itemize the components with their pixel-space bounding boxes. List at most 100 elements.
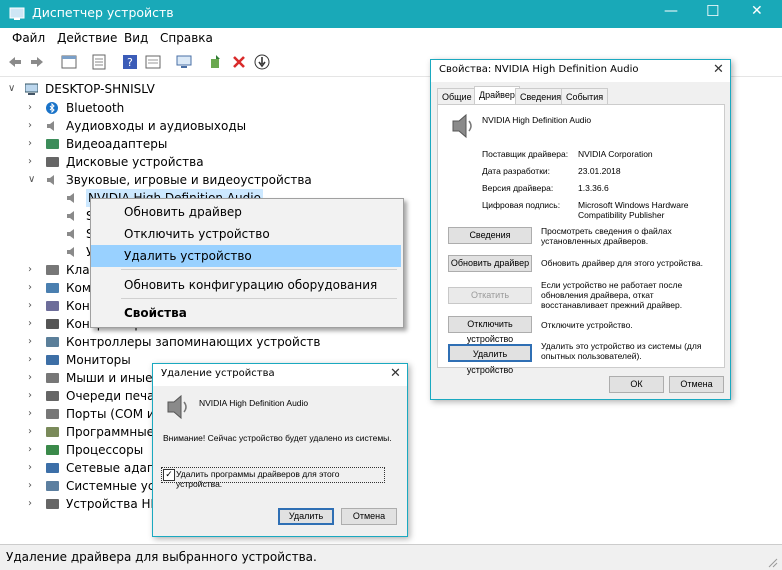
tree-root-label: DESKTOP-SHNISLV (45, 82, 155, 96)
chevron-right-icon[interactable]: › (28, 153, 38, 171)
controller-icon (46, 301, 59, 311)
tab-details[interactable]: Сведения (515, 88, 567, 104)
list-view-icon[interactable] (91, 54, 107, 70)
uninstall-icon[interactable] (231, 54, 247, 70)
chevron-right-icon[interactable]: › (28, 369, 38, 387)
scan-hardware-icon[interactable] (176, 54, 192, 70)
chevron-right-icon[interactable]: › (28, 333, 38, 351)
status-text: Удаление драйвера для выбранного устройс… (6, 550, 317, 564)
tree-item-label: Порты (COM и L (66, 407, 166, 421)
usb-icon (46, 319, 59, 329)
tab-driver[interactable]: Драйвер (474, 86, 520, 104)
menu-view[interactable]: Вид (124, 31, 148, 45)
ctx-update-driver[interactable]: Обновить драйвер (91, 201, 401, 223)
tree-item-label: Звуковые, игровые и видеоустройства (66, 173, 312, 187)
chevron-right-icon[interactable]: › (28, 135, 38, 153)
chevron-right-icon[interactable]: › (28, 117, 38, 135)
confirm-uninstall-button[interactable]: Удалить (278, 508, 334, 525)
forward-arrow-icon[interactable] (29, 54, 45, 70)
menu-file[interactable]: Файл (12, 31, 45, 45)
chevron-right-icon[interactable]: › (28, 405, 38, 423)
details-view-icon[interactable] (145, 54, 161, 70)
uninstall-title-bar: Удаление устройства ✕ (153, 364, 407, 386)
ctx-disable-device[interactable]: Отключить устройство (91, 223, 401, 245)
chevron-right-icon[interactable]: › (28, 315, 38, 333)
chevron-right-icon[interactable]: › (28, 297, 38, 315)
update-driver-desc: Обновить драйвер для этого устройства. (541, 258, 703, 268)
download-icon[interactable] (254, 54, 270, 70)
digital-signature-label: Цифровая подпись: (482, 200, 561, 210)
printer-icon (46, 391, 59, 401)
tree-item-label: Аудиовходы и аудиовыходы (66, 119, 247, 133)
properties-device-name: NVIDIA High Definition Audio (482, 115, 592, 125)
properties-dialog: Свойства: NVIDIA High Definition Audio ✕… (430, 59, 731, 400)
uninstall-close-button[interactable]: ✕ (390, 366, 401, 381)
chevron-right-icon[interactable]: › (28, 261, 38, 279)
roll-back-desc: Если устройство не работает после обновл… (541, 280, 683, 310)
ctx-uninstall-device[interactable]: Удалить устройство (91, 245, 401, 267)
bluetooth-icon (46, 102, 58, 114)
chevron-down-icon[interactable]: ∨ (28, 171, 38, 189)
delete-driver-checkbox[interactable]: ✓ (163, 469, 175, 481)
update-driver-button[interactable]: Обновить драйвер (448, 255, 532, 272)
chevron-down-icon[interactable]: ∨ (8, 80, 18, 98)
close-button[interactable]: ✕ (751, 3, 763, 19)
uninstall-dialog: Удаление устройства ✕ NVIDIA High Defini… (152, 363, 408, 537)
uninstall-device-desc: Удалить это устройство из системы (для о… (541, 341, 702, 361)
uninstall-device-button[interactable]: Удалить устройство (448, 344, 532, 375)
driver-date-value: 23.01.2018 (578, 166, 621, 176)
menu-help[interactable]: Справка (160, 31, 213, 45)
chevron-right-icon[interactable]: › (28, 99, 38, 117)
ctx-properties[interactable]: Свойства (91, 302, 401, 324)
driver-details-desc: Просмотреть сведения о файлах установлен… (541, 226, 672, 246)
storage-icon (46, 337, 59, 347)
chevron-right-icon[interactable]: › (28, 441, 38, 459)
properties-cancel-button[interactable]: Отмена (669, 376, 724, 393)
update-driver-icon[interactable] (208, 54, 224, 70)
chevron-right-icon[interactable]: › (28, 279, 38, 297)
tree-item-label: Устройства HID (66, 497, 164, 511)
port-icon (46, 409, 59, 419)
back-arrow-icon[interactable] (7, 54, 23, 70)
properties-close-button[interactable]: ✕ (713, 62, 724, 77)
delete-driver-checkbox-row[interactable]: ✓ Удалить программы драйверов для этого … (161, 467, 385, 489)
chevron-right-icon[interactable]: › (28, 387, 38, 405)
uninstall-cancel-button[interactable]: Отмена (341, 508, 397, 525)
speaker-icon (67, 229, 74, 239)
uninstall-warning: Внимание! Сейчас устройство будет удален… (163, 433, 392, 443)
roll-back-driver-button[interactable]: Откатить (448, 287, 532, 304)
menu-action[interactable]: Действие (57, 31, 117, 45)
chevron-right-icon[interactable]: › (28, 477, 38, 495)
ctx-scan-hardware[interactable]: Обновить конфигурацию оборудования (91, 274, 401, 296)
chevron-right-icon[interactable]: › (28, 459, 38, 477)
tree-item-label: Мыши и иные у (66, 371, 164, 385)
resize-grip-icon[interactable] (766, 556, 778, 568)
minimize-button[interactable]: — (664, 3, 678, 19)
ctx-label: Отключить устройство (124, 227, 270, 241)
driver-version-label: Версия драйвера: (482, 183, 554, 193)
maximize-button[interactable]: ☐ (706, 2, 719, 20)
computer-icon (25, 83, 38, 95)
tab-general[interactable]: Общие (437, 88, 477, 104)
chevron-right-icon[interactable]: › (28, 423, 38, 441)
ctx-label: Свойства (124, 306, 187, 320)
menu-bar: Файл Действие Вид Справка (0, 28, 782, 50)
chevron-right-icon[interactable]: › (28, 351, 38, 369)
tab-events[interactable]: События (561, 88, 609, 104)
ok-button[interactable]: ОК (609, 376, 664, 393)
delete-driver-label: Удалить программы драйверов для этого ус… (176, 469, 340, 489)
tree-item-label: Процессоры (66, 443, 144, 457)
help-icon[interactable]: ? (122, 54, 138, 70)
chevron-right-icon[interactable]: › (28, 495, 38, 513)
ctx-label: Обновить конфигурацию оборудования (124, 278, 378, 292)
svg-text:?: ? (127, 56, 133, 69)
speaker-icon (47, 175, 54, 185)
ctx-separator (121, 269, 397, 270)
driver-details-button[interactable]: Сведения (448, 227, 532, 244)
ctx-label: Обновить драйвер (124, 205, 242, 219)
window-title: Диспетчер устройств (32, 5, 174, 20)
tree-item-label: Мониторы (66, 353, 131, 367)
speaker-icon (67, 211, 74, 221)
disable-device-button[interactable]: Отключить устройство (448, 316, 532, 344)
properties-view-icon[interactable] (61, 54, 77, 70)
